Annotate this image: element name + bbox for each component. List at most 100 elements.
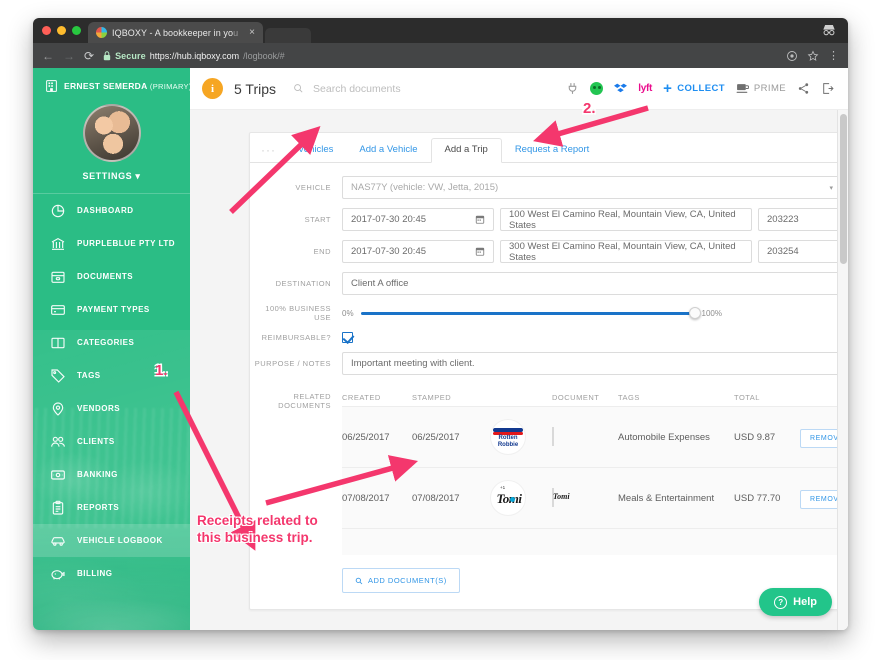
page-viewport: ERNEST SEMERDA (PRIMARY) ▾ SETTINGS ▾ DA… [33, 68, 848, 630]
sidebar-item-banking[interactable]: BANKING [33, 458, 190, 491]
sidebar-item-label: CLIENTS [77, 437, 115, 446]
plug-icon[interactable] [566, 82, 579, 95]
end-date-input[interactable]: 2017-07-30 20:45 [342, 240, 494, 263]
sidebar-item-clients[interactable]: CLIENTS [33, 425, 190, 458]
start-label: START [304, 215, 331, 224]
minimize-window-button[interactable] [57, 26, 66, 35]
collect-button[interactable]: + COLLECT [663, 81, 725, 96]
tab-vehicles[interactable]: Vehicles [285, 138, 346, 162]
calendar-icon[interactable] [475, 246, 485, 257]
cell-stamped: 06/25/2017 [412, 431, 460, 443]
bookmark-star-icon[interactable] [807, 50, 819, 62]
logout-icon[interactable] [821, 82, 834, 95]
prime-button[interactable]: PRIME [736, 83, 786, 94]
end-address-input[interactable]: 300 West El Camino Real, Mountain View, … [500, 240, 752, 263]
document-thumbnail[interactable] [552, 488, 554, 507]
browser-menu-icon[interactable]: ⋮ [828, 49, 839, 62]
search-box[interactable] [293, 81, 462, 96]
scrollbar-thumb[interactable] [840, 114, 847, 264]
dropbox-icon[interactable] [614, 82, 628, 95]
document-thumbnail[interactable] [552, 427, 554, 446]
sidebar-item-payment-types[interactable]: PAYMENT TYPES [33, 293, 190, 326]
slider-knob[interactable] [688, 307, 701, 319]
tab-add-a-vehicle[interactable]: Add a Vehicle [346, 138, 430, 162]
start-address-input[interactable]: 100 West El Camino Real, Mountain View, … [500, 208, 752, 231]
maximize-window-button[interactable] [72, 26, 81, 35]
calendar-icon[interactable] [475, 214, 485, 225]
sidebar-item-vehicle-logbook[interactable]: VEHICLE LOGBOOK [33, 524, 190, 557]
organization-selector[interactable]: ERNEST SEMERDA (PRIMARY) ▾ [33, 68, 190, 102]
mint-icon[interactable] [590, 82, 604, 95]
box-icon [51, 271, 65, 283]
vendor-logo: +1 Tomi [490, 480, 526, 516]
cell-stamped: 07/08/2017 [412, 492, 460, 504]
screenshot-root: IQBOXY - A bookkeeper in you × ← → ⟳ Sec… [0, 0, 881, 660]
car-icon [51, 536, 65, 546]
back-button[interactable]: ← [42, 50, 54, 62]
tab-request-a-report[interactable]: Request a Report [502, 138, 602, 162]
add-documents-row: ADD DOCUMENT(S) [250, 568, 842, 609]
forward-button: → [63, 48, 75, 63]
vendor-logo-tomi: +1 Tomi [496, 485, 522, 506]
end-odometer-input[interactable]: 203254 [758, 240, 842, 263]
browser-addressbar: ← → ⟳ Secure https://hub.iqboxy.com/logb… [33, 43, 848, 68]
tabs-overflow-icon[interactable]: ··· [261, 144, 285, 162]
secure-label: Secure [115, 50, 146, 61]
column-header: DOCUMENT [552, 392, 600, 402]
sidebar-item-categories[interactable]: CATEGORIES [33, 326, 190, 359]
card-tabs: ··· Vehicles Add a Vehicle Add a Trip Reque… [250, 133, 848, 163]
destination-input[interactable]: Client A office [342, 272, 842, 295]
page-info-icon[interactable] [786, 50, 798, 62]
tab-add-a-trip[interactable]: Add a Trip [430, 138, 502, 163]
business-use-slider[interactable]: 0% 100% [342, 307, 842, 319]
content-scrollbar[interactable] [837, 110, 848, 630]
plus-icon: + [663, 80, 673, 97]
purpose-input[interactable]: Important meeting with client. [342, 352, 842, 375]
add-documents-button[interactable]: ADD DOCUMENT(S) [342, 568, 460, 593]
help-label: Help [793, 596, 817, 608]
lyft-icon[interactable]: lyft [638, 83, 652, 94]
slider-max-label: 100% [701, 308, 722, 318]
window-controls[interactable] [42, 26, 81, 35]
help-button[interactable]: ? Help [759, 588, 832, 616]
clipboard-icon [52, 500, 64, 515]
sidebar-item-label: DOCUMENTS [77, 272, 134, 281]
settings-menu[interactable]: SETTINGS ▾ [82, 171, 140, 182]
slider-track[interactable] [360, 307, 701, 319]
sidebar-item-tags[interactable]: TAGS [33, 359, 190, 392]
sidebar-item-purpleblue-pty-ltd[interactable]: PURPLEBLUE PTY LTD [33, 227, 190, 260]
start-date-input[interactable]: 2017-07-30 20:45 [342, 208, 494, 231]
close-tab-icon[interactable]: × [249, 27, 255, 38]
business-use-row: 100% BUSINESS USE 0% 100% [250, 304, 842, 322]
sidebar-item-documents[interactable]: DOCUMENTS [33, 260, 190, 293]
column-header: STAMPED [412, 392, 452, 402]
table-row[interactable]: 06/25/2017 06/25/2017 Rotten Robbie Autom… [342, 406, 848, 467]
cell-total: USD 9.87 [734, 431, 776, 443]
start-odometer-input[interactable]: 203223 [758, 208, 842, 231]
browser-tab[interactable]: IQBOXY - A bookkeeper in you × [88, 22, 263, 43]
content-scroll-area: ··· Vehicles Add a Vehicle Add a Trip Reque… [190, 110, 848, 630]
search-input[interactable] [311, 81, 462, 96]
people-icon [51, 436, 65, 447]
business-use-label: 100% BUSINESS USE [265, 304, 331, 322]
reimbursable-checkbox[interactable] [342, 332, 353, 343]
sidebar-item-reports[interactable]: REPORTS [33, 491, 190, 524]
organization-name: ERNEST SEMERDA (PRIMARY) [64, 80, 190, 91]
end-row: END 2017-07-30 20:45 300 West El Camino … [250, 240, 842, 263]
new-tab-button[interactable] [265, 28, 311, 43]
vehicle-select[interactable]: NAS77Y (vehicle: VW, Jetta, 2015) ▾ [342, 176, 842, 199]
sidebar-item-vendors[interactable]: VENDORS [33, 392, 190, 425]
reload-button[interactable]: ⟳ [84, 50, 94, 62]
cell-total: USD 77.70 [734, 492, 781, 504]
avatar[interactable] [82, 104, 141, 162]
url-bar[interactable]: Secure https://hub.iqboxy.com/logbook/# [103, 51, 777, 61]
question-mark-icon: ? [774, 595, 788, 609]
share-icon[interactable] [797, 82, 810, 95]
vendor-logo-rotten-robbie: Rotten Robbie [491, 420, 525, 454]
sidebar-item-billing[interactable]: BILLING [33, 557, 190, 590]
table-row[interactable]: 07/08/2017 07/08/2017 +1Tomi Meals & Ent… [342, 467, 848, 528]
close-window-button[interactable] [42, 26, 51, 35]
browser-tab-title: IQBOXY - A bookkeeper in you [112, 27, 239, 38]
url-host: https://hub.iqboxy.com [149, 50, 240, 61]
sidebar-item-dashboard[interactable]: DASHBOARD [33, 194, 190, 227]
